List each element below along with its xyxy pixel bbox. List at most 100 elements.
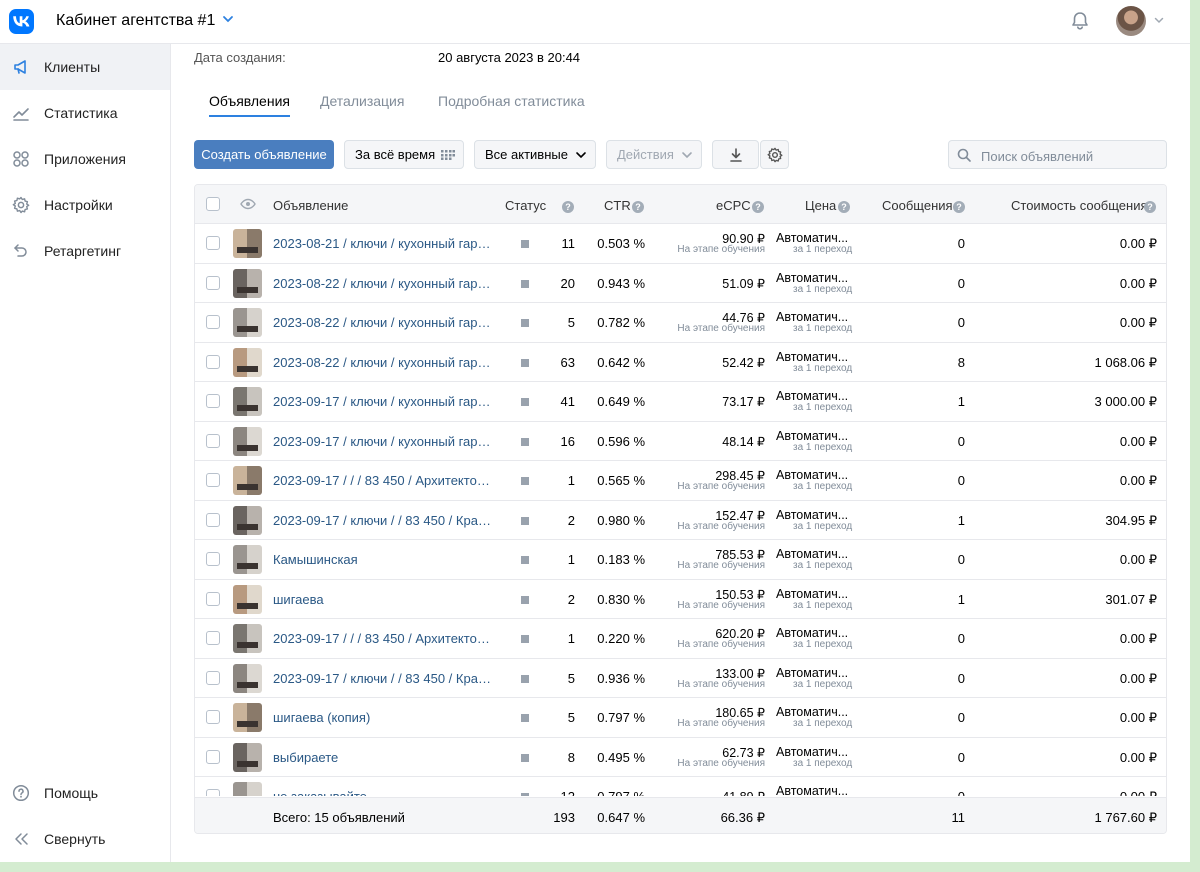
status-indicator[interactable] — [521, 477, 529, 485]
table-row[interactable]: 2023-08-22 / ключи / кухонный гарнитур 5 0… — [195, 303, 1166, 343]
row-checkbox[interactable] — [206, 789, 220, 796]
ad-thumbnail[interactable] — [233, 229, 262, 258]
ad-thumbnail[interactable] — [233, 505, 262, 535]
row-checkbox[interactable] — [206, 315, 220, 329]
avatar[interactable] — [1116, 6, 1146, 36]
column-header-ad[interactable]: Объявление — [273, 198, 348, 213]
status-indicator[interactable] — [521, 398, 529, 406]
column-header-ecpc[interactable]: eCPC — [716, 198, 751, 213]
ad-name-link[interactable]: Камышинская — [273, 552, 493, 567]
ad-name-link[interactable]: шигаева (копия) — [273, 710, 493, 725]
sidebar-item-apps[interactable]: Приложения — [0, 136, 170, 182]
status-indicator[interactable] — [521, 358, 529, 367]
column-header-cost[interactable]: Стоимость сообщения — [1011, 198, 1148, 213]
ad-thumbnail[interactable] — [233, 268, 262, 298]
download-button[interactable] — [712, 140, 759, 169]
ad-name-link[interactable]: 2023-08-22 / ключи / кухонный гарнитур — [273, 276, 493, 291]
row-checkbox[interactable] — [206, 591, 220, 606]
table-row[interactable]: 2023-09-17 / ключи / кухонный гарнитур 16… — [195, 422, 1166, 461]
ad-name-link[interactable]: 2023-08-22 / ключи / кухонный гарнитур — [273, 315, 493, 330]
ad-thumbnail[interactable] — [233, 387, 262, 416]
create-ad-button[interactable]: Создать объявление — [194, 140, 334, 169]
help-icon[interactable]: ? — [953, 198, 965, 213]
status-indicator[interactable] — [521, 674, 529, 683]
row-checkbox[interactable] — [206, 236, 220, 250]
chevron-down-icon[interactable] — [222, 15, 234, 23]
row-checkbox[interactable] — [206, 710, 220, 724]
bell-icon[interactable] — [1069, 10, 1091, 32]
column-header-messages[interactable]: Сообщения — [882, 198, 953, 213]
ad-thumbnail[interactable] — [233, 624, 262, 653]
column-header-status[interactable]: Статус — [505, 198, 546, 213]
vk-logo-icon[interactable] — [9, 9, 34, 34]
column-header-price[interactable]: Цена — [805, 198, 836, 213]
ad-name-link[interactable]: 2023-09-17 / / / 83 450 / Архитектор... — [273, 631, 493, 646]
ad-name-link[interactable]: 2023-08-21 / ключи / кухонный гарнитур — [273, 236, 493, 251]
status-indicator[interactable] — [521, 793, 529, 796]
row-checkbox[interactable] — [206, 552, 220, 566]
table-row[interactable]: 2023-09-17 / ключи / кухонный гарнитур 41… — [195, 382, 1166, 422]
chevron-down-icon[interactable] — [1154, 17, 1164, 24]
sidebar-collapse[interactable]: Свернуть — [0, 816, 170, 862]
table-row[interactable]: шигаева (копия) 5 0.797 % 180.65 ₽ На этапе … — [195, 698, 1166, 738]
table-row[interactable]: 2023-09-17 / / / 83 450 / Архитектор... 1… — [195, 461, 1166, 501]
status-indicator[interactable] — [521, 240, 529, 248]
status-indicator[interactable] — [521, 437, 529, 446]
ad-thumbnail[interactable] — [233, 663, 262, 693]
ad-thumbnail[interactable] — [233, 703, 262, 732]
sidebar-item-clients[interactable]: Клиенты — [0, 44, 170, 90]
table-row[interactable]: 2023-09-17 / ключи / / 83 450 / Крас... 5… — [195, 659, 1166, 698]
row-checkbox[interactable] — [206, 433, 220, 448]
ad-name-link[interactable]: 2023-09-17 / ключи / кухонный гарнитур — [273, 434, 493, 449]
row-checkbox[interactable] — [206, 631, 220, 645]
tab-details[interactable]: Детализация — [320, 93, 404, 109]
table-row[interactable]: не заказывайте 120.797 % 41.89 ₽ Автоматич.… — [195, 777, 1166, 796]
status-indicator[interactable] — [521, 714, 529, 722]
ad-thumbnail[interactable] — [233, 782, 262, 796]
table-row[interactable]: шигаева 2 0.830 % 150.53 ₽ На этапе обучения… — [195, 580, 1166, 619]
row-checkbox[interactable] — [206, 473, 220, 487]
select-all-checkbox[interactable] — [206, 197, 220, 211]
sidebar-item-help[interactable]: Помощь — [0, 770, 170, 816]
table-row[interactable]: выбираете 8 0.495 % 62.73 ₽ На этапе обучени… — [195, 738, 1166, 777]
ad-thumbnail[interactable] — [233, 584, 262, 614]
status-filter-select[interactable]: Все активные — [474, 140, 596, 169]
help-icon[interactable]: ? — [838, 198, 850, 213]
ad-name-link[interactable]: 2023-09-17 / ключи / / 83 450 / Крас... — [273, 671, 493, 686]
help-icon[interactable]: ? — [1144, 198, 1156, 213]
ad-name-link[interactable]: 2023-09-17 / / / 83 450 / Архитектор... — [273, 473, 493, 488]
ad-thumbnail[interactable] — [233, 742, 262, 772]
ad-name-link[interactable]: шигаева — [273, 592, 493, 607]
column-header-ctr[interactable]: CTR — [604, 198, 631, 213]
row-checkbox[interactable] — [206, 394, 220, 408]
period-select[interactable]: За всё время — [344, 140, 464, 169]
account-title[interactable]: Кабинет агентства #1 — [56, 12, 215, 30]
row-checkbox[interactable] — [206, 512, 220, 527]
status-indicator[interactable] — [521, 635, 529, 643]
table-row[interactable]: 2023-08-21 / ключи / кухонный гарнитур 11… — [195, 224, 1166, 264]
ad-name-link[interactable]: не заказывайте — [273, 789, 493, 796]
ad-thumbnail[interactable] — [233, 308, 262, 337]
tab-ads[interactable]: Объявления — [209, 93, 290, 109]
ad-name-link[interactable]: выбираете — [273, 750, 493, 765]
help-icon[interactable]: ? — [632, 198, 644, 213]
table-row[interactable]: 2023-08-22 / ключи / кухонный гарнитур 20… — [195, 264, 1166, 303]
help-icon[interactable]: ? — [562, 198, 574, 213]
row-checkbox[interactable] — [206, 275, 220, 290]
status-indicator[interactable] — [521, 516, 529, 525]
row-checkbox[interactable] — [206, 670, 220, 685]
status-indicator[interactable] — [521, 319, 529, 327]
ad-name-link[interactable]: 2023-09-17 / ключи / / 83 450 / Крас... — [273, 513, 493, 528]
status-indicator[interactable] — [521, 279, 529, 288]
settings-button[interactable] — [760, 140, 789, 169]
eye-icon[interactable] — [240, 198, 256, 210]
table-row[interactable]: 2023-09-17 / ключи / / 83 450 / Крас... 2… — [195, 501, 1166, 540]
search-input[interactable]: Поиск объявлений — [948, 140, 1167, 169]
ad-thumbnail[interactable] — [233, 426, 262, 456]
status-indicator[interactable] — [521, 595, 529, 604]
ad-thumbnail[interactable] — [233, 347, 262, 377]
help-icon[interactable]: ? — [752, 198, 764, 213]
status-indicator[interactable] — [521, 556, 529, 564]
table-row[interactable]: 2023-08-22 / ключи / кухонный гарнитур 63… — [195, 343, 1166, 382]
sidebar-item-retargeting[interactable]: Ретаргетинг — [0, 228, 170, 274]
